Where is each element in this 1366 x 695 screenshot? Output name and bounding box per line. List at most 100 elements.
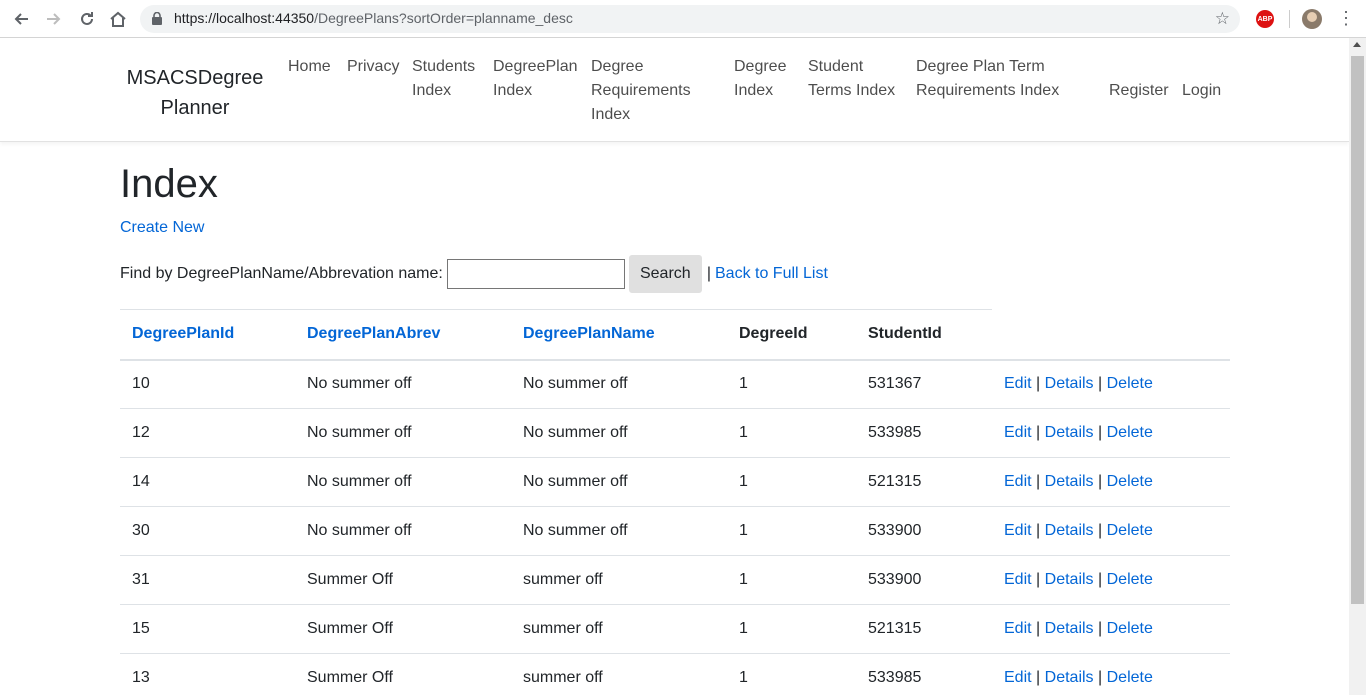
table-cell: 1 xyxy=(727,604,856,654)
table-cell: Summer Off xyxy=(295,555,511,605)
bookmark-star-icon[interactable]: ☆ xyxy=(1215,9,1230,29)
row-actions: Edit | Details | Delete xyxy=(992,653,1230,695)
table-cell: No summer off xyxy=(511,408,727,458)
delete-link[interactable]: Delete xyxy=(1107,522,1153,539)
table-cell: 30 xyxy=(120,506,295,556)
table-cell: summer off xyxy=(511,604,727,654)
action-separator: | xyxy=(1036,473,1041,490)
edit-link[interactable]: Edit xyxy=(1004,424,1032,441)
nav-register[interactable]: Register xyxy=(1109,79,1169,103)
url-path: /DegreePlans?sortOrder=planname_desc xyxy=(314,10,573,26)
search-form: Find by DegreePlanName/Abbrevation name:… xyxy=(120,254,828,294)
profile-avatar[interactable] xyxy=(1302,9,1322,29)
row-actions: Edit | Details | Delete xyxy=(992,555,1230,605)
table-cell: 31 xyxy=(120,555,295,605)
header-degreeid: DegreeId xyxy=(727,309,856,361)
lock-icon xyxy=(152,11,162,30)
reload-icon[interactable] xyxy=(76,8,98,30)
header-actions xyxy=(992,309,1230,361)
header-studentid: StudentId xyxy=(856,309,992,361)
nav-degree-requirements-index[interactable]: Degree Requirements Index xyxy=(591,55,701,127)
edit-link[interactable]: Edit xyxy=(1004,669,1032,686)
row-actions: Edit | Details | Delete xyxy=(992,457,1230,507)
delete-link[interactable]: Delete xyxy=(1107,375,1153,392)
table-row: 15 Summer Off summer off 1 521315 Edit | Deta… xyxy=(120,604,1230,654)
edit-link[interactable]: Edit xyxy=(1004,571,1032,588)
nav-login[interactable]: Login xyxy=(1182,79,1221,103)
page-title: Index xyxy=(120,162,218,206)
table-row: 12 No summer off No summer off 1 533985 Edit … xyxy=(120,408,1230,458)
adblock-icon[interactable]: ABP xyxy=(1256,10,1274,28)
menu-dots-icon[interactable]: ⋮ xyxy=(1337,9,1355,27)
home-icon[interactable] xyxy=(107,8,129,30)
page-scrollbar[interactable] xyxy=(1349,38,1366,695)
url-text[interactable]: https://localhost:44350/DegreePlans?sort… xyxy=(174,10,573,26)
delete-link[interactable]: Delete xyxy=(1107,620,1153,637)
delete-link[interactable]: Delete xyxy=(1107,424,1153,441)
back-to-full-list-link[interactable]: Back to Full List xyxy=(715,265,828,283)
nav-degree-index[interactable]: Degree Index xyxy=(734,55,794,103)
nav-students-index[interactable]: Students Index xyxy=(412,55,482,103)
table-cell: 533900 xyxy=(856,555,992,605)
table-row: 14 No summer off No summer off 1 521315 Edit … xyxy=(120,457,1230,507)
action-separator: | xyxy=(1098,424,1103,441)
url-host: https://localhost:44350 xyxy=(174,10,315,26)
table-cell: 15 xyxy=(120,604,295,654)
table-cell: No summer off xyxy=(295,359,511,409)
search-input[interactable] xyxy=(446,259,625,289)
edit-link[interactable]: Edit xyxy=(1004,473,1032,490)
table-cell: No summer off xyxy=(295,408,511,458)
row-actions: Edit | Details | Delete xyxy=(992,359,1230,409)
delete-link[interactable]: Delete xyxy=(1107,571,1153,588)
site-navbar: MSACSDegreePlanner Home Privacy Students… xyxy=(0,38,1349,142)
create-new-link[interactable]: Create New xyxy=(120,217,204,239)
nav-degreeplan-index[interactable]: DegreePlan Index xyxy=(493,55,583,103)
toolbar-divider xyxy=(1289,10,1290,28)
edit-link[interactable]: Edit xyxy=(1004,522,1032,539)
delete-link[interactable]: Delete xyxy=(1107,473,1153,490)
table-cell: 10 xyxy=(120,359,295,409)
table-cell: No summer off xyxy=(511,359,727,409)
table-cell: No summer off xyxy=(295,506,511,556)
sort-degreeplanname-link[interactable]: DegreePlanName xyxy=(523,325,655,342)
edit-link[interactable]: Edit xyxy=(1004,375,1032,392)
details-link[interactable]: Details xyxy=(1045,669,1094,686)
details-link[interactable]: Details xyxy=(1045,571,1094,588)
action-separator: | xyxy=(1036,669,1041,687)
nav-privacy[interactable]: Privacy xyxy=(347,55,399,79)
separator-pipe: | xyxy=(706,265,711,282)
row-actions: Edit | Details | Delete xyxy=(992,506,1230,556)
forward-arrow-icon[interactable] xyxy=(43,8,65,30)
table-cell: Summer Off xyxy=(295,604,511,654)
address-bar[interactable]: https://localhost:44350/DegreePlans?sort… xyxy=(140,5,1240,33)
nav-student-terms-index[interactable]: Student Terms Index xyxy=(808,55,903,103)
back-arrow-icon[interactable] xyxy=(10,8,32,30)
edit-link[interactable]: Edit xyxy=(1004,620,1032,637)
details-link[interactable]: Details xyxy=(1045,620,1094,637)
action-separator: | xyxy=(1036,571,1041,588)
scroll-up-arrow-icon[interactable] xyxy=(1353,42,1361,47)
table-cell: 533900 xyxy=(856,506,992,556)
search-button[interactable]: Search xyxy=(628,255,702,293)
table-cell: 1 xyxy=(727,457,856,507)
table-cell: No summer off xyxy=(511,457,727,507)
action-separator: | xyxy=(1098,473,1103,490)
details-link[interactable]: Details xyxy=(1045,522,1094,539)
details-link[interactable]: Details xyxy=(1045,424,1094,441)
table-cell: 1 xyxy=(727,653,856,695)
table-cell: summer off xyxy=(511,555,727,605)
nav-degree-plan-term-requirements-index[interactable]: Degree Plan Term Requirements Index xyxy=(916,55,1066,103)
table-cell: No summer off xyxy=(511,506,727,556)
table-cell: Summer Off xyxy=(295,653,511,695)
nav-home[interactable]: Home xyxy=(288,55,331,79)
delete-link[interactable]: Delete xyxy=(1107,669,1153,686)
scroll-thumb[interactable] xyxy=(1351,56,1364,604)
table-row: 13 Summer Off summer off 1 533985 Edit | Deta… xyxy=(120,653,1230,695)
details-link[interactable]: Details xyxy=(1045,473,1094,490)
brand-link[interactable]: MSACSDegreePlanner xyxy=(120,63,270,123)
table-cell: 13 xyxy=(120,653,295,695)
sort-degreeplanid-link[interactable]: DegreePlanId xyxy=(132,325,234,342)
action-separator: | xyxy=(1098,571,1103,588)
details-link[interactable]: Details xyxy=(1045,375,1094,392)
sort-degreeplanabrev-link[interactable]: DegreePlanAbrev xyxy=(307,325,440,342)
